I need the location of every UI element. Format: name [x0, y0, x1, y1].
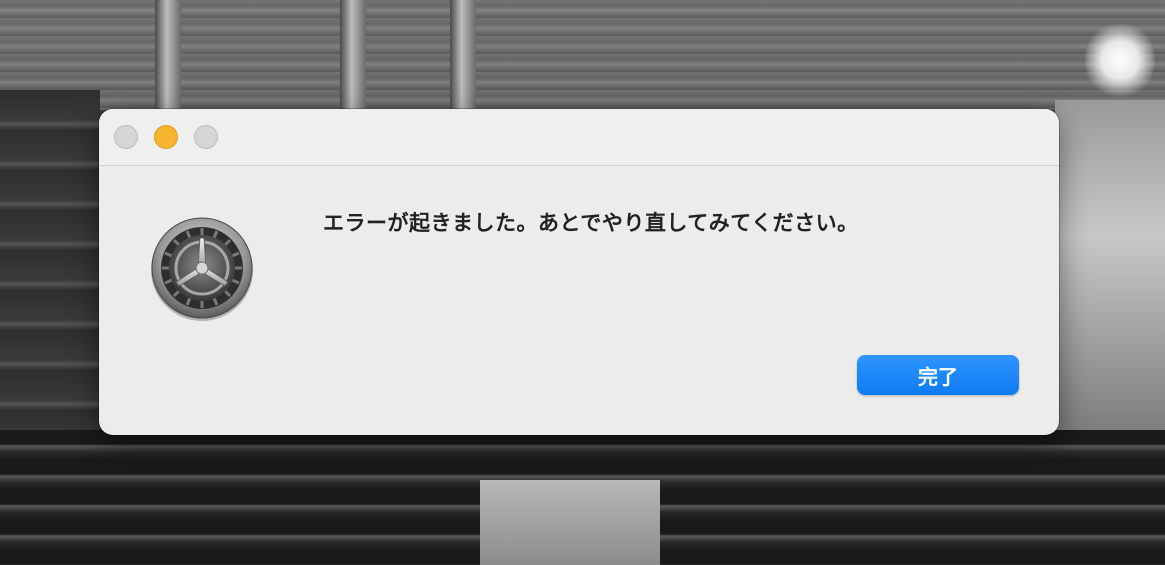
background-light	[1085, 20, 1155, 100]
window-close-button[interactable]	[114, 125, 138, 149]
done-button[interactable]: 完了	[857, 355, 1019, 395]
background-floor	[480, 480, 660, 565]
background-window-left	[0, 90, 100, 470]
window-zoom-button[interactable]	[194, 125, 218, 149]
background-window-right	[1055, 100, 1165, 440]
error-dialog: エラーが起きました。あとでやり直してみてください。 完了	[99, 109, 1059, 435]
system-preferences-gear-icon	[149, 216, 255, 322]
desktop-background: エラーが起きました。あとでやり直してみてください。 完了	[0, 0, 1165, 565]
title-bar[interactable]	[99, 109, 1059, 166]
error-message: エラーが起きました。あとでやり直してみてください。	[323, 211, 859, 235]
window-minimize-button[interactable]	[154, 125, 178, 149]
